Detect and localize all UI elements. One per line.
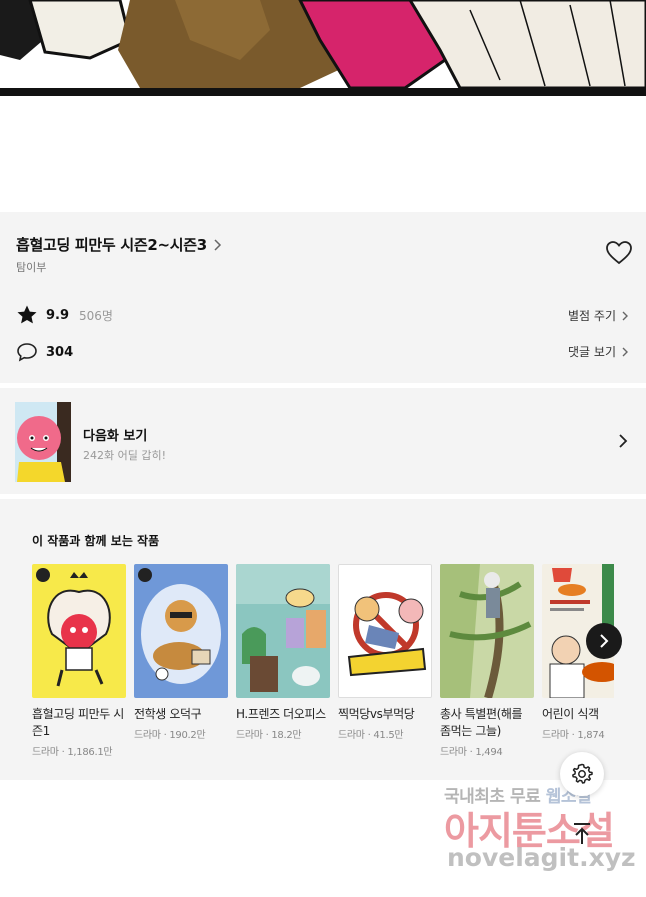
- work-info-panel: 흡혈고딩 피만두 시즌2~시즌3 탐이부 9.9 506명 별점 주기 304 …: [0, 212, 646, 383]
- next-episode-button[interactable]: 다음화 보기 242화 어딜 갑히!: [0, 388, 646, 494]
- card-cover: [338, 564, 432, 698]
- comments-button[interactable]: 댓글 보기: [568, 343, 630, 360]
- rating-count: 506명: [79, 308, 113, 323]
- card-title: H.프렌즈 더오피스: [236, 707, 326, 721]
- card-title: 흡혈고딩 피만두 시즌1: [32, 707, 124, 738]
- clock-icon: [36, 568, 50, 582]
- card-meta: 드라마 · 18.2만: [236, 730, 302, 741]
- card-title: 찍먹당vs부먹당: [338, 707, 415, 721]
- rate-button[interactable]: 별점 주기: [568, 307, 630, 324]
- chevron-right-icon: [619, 434, 628, 448]
- settings-button[interactable]: [560, 752, 604, 796]
- comments-button-label: 댓글 보기: [568, 345, 616, 359]
- recommendation-heading: 이 작품과 함께 보는 작품: [32, 534, 160, 548]
- card-meta: 드라마 · 190.2만: [134, 730, 206, 741]
- work-title-link[interactable]: 흡혈고딩 피만두 시즌2~시즌3: [16, 234, 225, 255]
- card-meta: 드라마 · 1,186.1만: [32, 747, 113, 758]
- recommendation-carousel: 흡혈고딩 피만두 시즌1 드라마 · 1,186.1만 전학생 오덕구 드라마 …: [32, 564, 614, 774]
- clock-icon: [138, 568, 152, 582]
- recommendation-section: 이 작품과 함께 보는 작품 흡혈고딩 피만두 시즌1 드라마 · 1,186.…: [0, 499, 646, 780]
- viewer-page: 흡혈고딩 피만두 시즌2~시즌3 탐이부 9.9 506명 별점 주기 304 …: [0, 0, 646, 897]
- rating-row: 9.9 506명: [16, 304, 113, 326]
- carousel-next-button[interactable]: [586, 623, 622, 659]
- comic-artwork: [0, 0, 646, 96]
- card-cover: [32, 564, 126, 698]
- recommendation-card[interactable]: H.프렌즈 더오피스 드라마 · 18.2만: [236, 564, 330, 741]
- next-episode-subtitle: 242화 어딜 갑히!: [83, 449, 166, 462]
- scroll-top-icon[interactable]: [568, 820, 596, 848]
- recommendation-card[interactable]: 찍먹당vs부먹당 드라마 · 41.5만: [338, 564, 432, 741]
- card-cover: [236, 564, 330, 698]
- rating-value: 9.9: [46, 307, 70, 323]
- watermark-line3: novelagit.xyz: [447, 843, 636, 872]
- gear-icon: [572, 763, 593, 784]
- recommendation-card[interactable]: 전학생 오덕구 드라마 · 190.2만: [134, 564, 228, 741]
- recommendation-card[interactable]: 총사 특별편(해를 좀먹는 그늘) 드라마 · 1,494: [440, 564, 534, 758]
- next-episode-thumbnail: [15, 402, 71, 482]
- work-title: 흡혈고딩 피만두 시즌2~시즌3: [16, 236, 207, 254]
- chevron-right-icon: [600, 634, 609, 648]
- card-meta: 드라마 · 1,494: [440, 747, 503, 758]
- recommendation-card[interactable]: 흡혈고딩 피만두 시즌1 드라마 · 1,186.1만: [32, 564, 126, 758]
- author-name: 탐이부: [16, 261, 47, 274]
- card-title: 전학생 오덕구: [134, 707, 202, 721]
- comment-count: 304: [46, 344, 74, 360]
- chevron-right-icon: [622, 311, 628, 320]
- card-meta: 드라마 · 41.5만: [338, 730, 404, 741]
- card-title: 총사 특별편(해를 좀먹는 그늘): [440, 707, 523, 738]
- card-meta: 드라마 · 1,874: [542, 730, 605, 741]
- next-episode-title: 다음화 보기: [83, 429, 148, 444]
- comment-row: 304: [16, 341, 73, 363]
- card-cover: [134, 564, 228, 698]
- heart-icon[interactable]: [605, 240, 633, 266]
- star-icon: [17, 305, 37, 324]
- card-title: 어린이 식객: [542, 707, 599, 721]
- comment-icon: [17, 343, 37, 362]
- rate-button-label: 별점 주기: [568, 309, 616, 323]
- comic-panel: [0, 0, 646, 96]
- chevron-right-icon: [214, 238, 221, 251]
- chevron-right-icon: [622, 347, 628, 356]
- card-cover: [440, 564, 534, 698]
